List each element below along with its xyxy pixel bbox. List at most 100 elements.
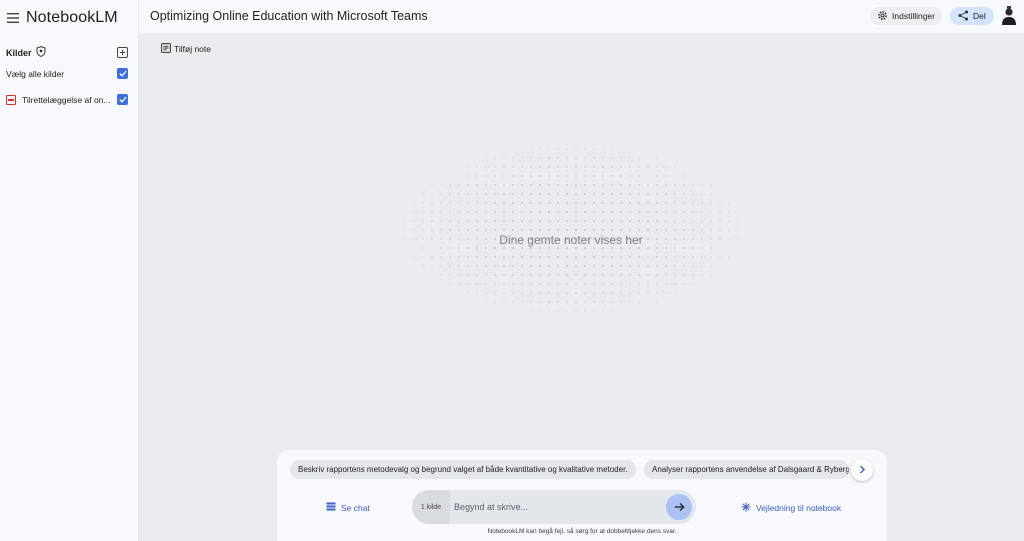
- dot: [530, 157, 532, 159]
- dot: [575, 184, 577, 186]
- next-suggestions-button[interactable]: [851, 459, 873, 481]
- dot: [656, 265, 658, 267]
- sources-header: Kilder: [6, 46, 128, 59]
- dot: [692, 175, 694, 177]
- dot: [611, 211, 613, 213]
- chat-input[interactable]: [454, 498, 654, 516]
- see-chat-button[interactable]: Se chat: [326, 502, 370, 513]
- dot: [674, 184, 676, 186]
- dot: [566, 184, 568, 186]
- dot: [728, 220, 730, 222]
- select-all-checkbox[interactable]: [117, 68, 128, 79]
- dot: [602, 292, 604, 294]
- empty-notes-text: Dine gemte noter vises her: [499, 233, 643, 247]
- dot: [566, 310, 568, 312]
- menu-icon[interactable]: [6, 11, 20, 25]
- dot: [602, 166, 604, 168]
- dot: [620, 211, 622, 213]
- dot: [422, 265, 424, 267]
- dot: [620, 274, 622, 276]
- dot: [575, 274, 577, 276]
- dot: [638, 229, 640, 231]
- dot: [557, 184, 559, 186]
- dot: [602, 265, 604, 267]
- dot: [530, 301, 532, 303]
- dot: [602, 148, 604, 150]
- dot: [476, 175, 478, 177]
- dot: [431, 211, 433, 213]
- dot: [530, 256, 532, 258]
- dot: [467, 274, 469, 276]
- shield-icon[interactable]: [36, 46, 46, 59]
- dot: [413, 202, 415, 204]
- dot: [692, 265, 694, 267]
- dot: [602, 202, 604, 204]
- dot: [494, 211, 496, 213]
- add-source-icon[interactable]: [116, 47, 128, 59]
- dot: [575, 166, 577, 168]
- dot: [512, 229, 514, 231]
- dot: [683, 193, 685, 195]
- dot: [485, 175, 487, 177]
- dot: [566, 175, 568, 177]
- dot: [701, 256, 703, 258]
- chevron-right-icon: [858, 461, 866, 479]
- dot: [629, 220, 631, 222]
- dot: [602, 310, 604, 312]
- dot: [701, 184, 703, 186]
- dot: [629, 211, 631, 213]
- source-checkbox[interactable]: [117, 94, 128, 105]
- dot: [575, 256, 577, 258]
- dot: [476, 256, 478, 258]
- dot: [512, 247, 514, 249]
- dot: [530, 274, 532, 276]
- dot: [530, 292, 532, 294]
- select-all-row[interactable]: Vælg alle kilder: [6, 68, 128, 79]
- dot: [647, 211, 649, 213]
- dot: [647, 274, 649, 276]
- send-button[interactable]: [666, 494, 692, 520]
- dot: [539, 229, 541, 231]
- dot: [611, 157, 613, 159]
- dot: [629, 175, 631, 177]
- dot: [476, 166, 478, 168]
- add-note-button[interactable]: Tilføj note: [161, 43, 211, 55]
- dot: [584, 148, 586, 150]
- dot: [557, 166, 559, 168]
- dot: [683, 256, 685, 258]
- dot: [458, 229, 460, 231]
- dot: [485, 220, 487, 222]
- dot: [530, 247, 532, 249]
- dot: [476, 193, 478, 195]
- dot: [647, 202, 649, 204]
- dot: [422, 211, 424, 213]
- settings-label: Indstillinger: [892, 11, 935, 21]
- dot: [494, 265, 496, 267]
- suggestion-chip[interactable]: Beskriv rapportens metodevalg og begrund…: [290, 460, 636, 479]
- dot: [656, 274, 658, 276]
- settings-button[interactable]: Indstillinger: [870, 7, 942, 25]
- dot: [611, 292, 613, 294]
- dot: [422, 229, 424, 231]
- dot: [530, 229, 532, 231]
- suggestion-chip[interactable]: Analyser rapportens anvendelse af Dalsga…: [644, 460, 849, 479]
- share-button[interactable]: Del: [950, 7, 994, 25]
- dot: [458, 220, 460, 222]
- dot: [548, 310, 550, 312]
- share-label: Del: [973, 11, 986, 21]
- notebook-guide-button[interactable]: Vejledning til notebook: [741, 502, 841, 514]
- dot: [710, 247, 712, 249]
- dot: [575, 220, 577, 222]
- source-item[interactable]: Tilrettelæggelse af on...: [6, 94, 128, 105]
- dot: [665, 256, 667, 258]
- dot: [521, 175, 523, 177]
- dot: [575, 265, 577, 267]
- dot: [665, 202, 667, 204]
- source-count-badge: 1 kilde: [412, 490, 450, 524]
- dot: [494, 202, 496, 204]
- dot: [647, 292, 649, 294]
- dot: [521, 292, 523, 294]
- dot: [557, 292, 559, 294]
- avatar[interactable]: [1000, 6, 1018, 26]
- notebook-title[interactable]: Optimizing Online Education with Microso…: [150, 9, 428, 23]
